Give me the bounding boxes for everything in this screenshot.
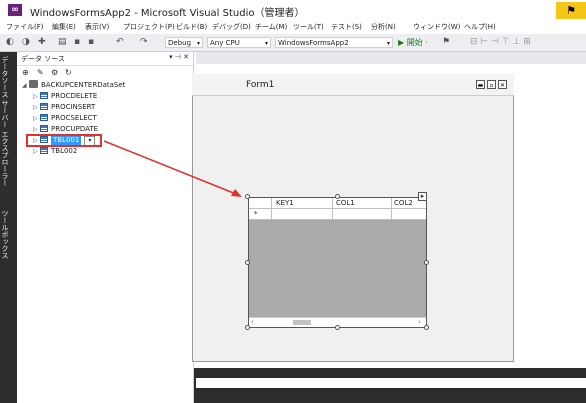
component-tray (196, 378, 586, 388)
annotation-arrow (103, 140, 242, 197)
